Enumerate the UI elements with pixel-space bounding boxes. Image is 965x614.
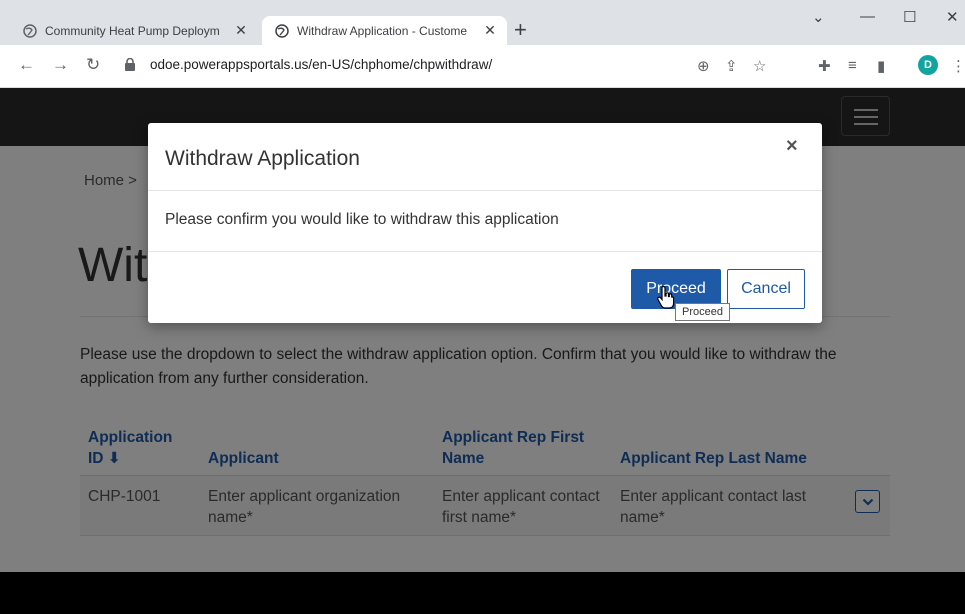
lock-icon <box>124 57 136 71</box>
tab-title: Withdraw Application - Custome <box>297 23 468 38</box>
extensions-icon[interactable]: ✚ <box>818 57 831 75</box>
tab-community-heat-pump[interactable]: Community Heat Pump Deploym ✕ <box>10 16 258 45</box>
withdraw-confirm-dialog: Withdraw Application × Please confirm yo… <box>148 123 822 323</box>
minimize-icon[interactable]: — <box>860 8 875 25</box>
side-panel-icon[interactable]: ▮ <box>877 57 885 75</box>
modal-body-text: Please confirm you would like to withdra… <box>165 211 559 228</box>
menu-kebab-icon[interactable]: ⋮ <box>951 57 965 75</box>
profile-avatar[interactable]: D <box>918 55 938 75</box>
url-text: odoe.powerappsportals.us/en-US/chphome/c… <box>150 57 493 72</box>
browser-tab-bar: Community Heat Pump Deploym ✕ Withdraw A… <box>0 0 965 45</box>
modal-header: Withdraw Application × <box>148 123 822 191</box>
hand-cursor-icon <box>657 286 675 309</box>
tab-close-icon[interactable]: ✕ <box>232 22 250 39</box>
globe-icon <box>23 23 37 38</box>
tab-search-icon[interactable]: ⌄ <box>812 8 825 26</box>
close-window-icon[interactable]: ✕ <box>946 8 959 26</box>
forward-icon[interactable]: → <box>52 55 69 75</box>
bookmark-star-icon[interactable]: ☆ <box>753 57 766 75</box>
reading-list-icon[interactable]: ≡ <box>848 57 857 74</box>
modal-title: Withdraw Application <box>165 147 360 170</box>
zoom-icon[interactable]: ⊕ <box>697 57 710 75</box>
proceed-tooltip: Proceed <box>675 303 730 321</box>
browser-toolbar: ← → ↻ odoe.powerappsportals.us/en-US/chp… <box>0 45 965 88</box>
close-icon[interactable]: × <box>786 135 798 158</box>
maximize-icon[interactable]: ☐ <box>903 8 916 26</box>
new-tab-button[interactable]: + <box>514 19 527 41</box>
tab-close-icon[interactable]: ✕ <box>481 22 499 39</box>
globe-icon <box>275 23 289 38</box>
back-icon[interactable]: ← <box>18 55 35 75</box>
cancel-button[interactable]: Cancel <box>727 269 805 309</box>
tab-withdraw-application[interactable]: Withdraw Application - Custome ✕ <box>262 16 507 45</box>
share-icon[interactable]: ⇪ <box>725 57 738 75</box>
tab-title: Community Heat Pump Deploym <box>45 23 220 38</box>
reload-icon[interactable]: ↻ <box>86 55 100 75</box>
